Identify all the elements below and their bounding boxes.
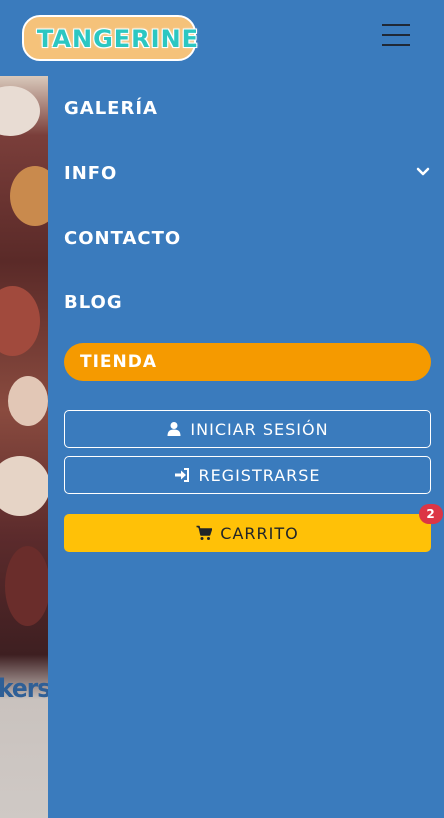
register-button[interactable]: REGISTRARSE xyxy=(64,456,431,494)
cart-count-badge: 2 xyxy=(419,504,443,524)
chevron-down-icon[interactable] xyxy=(416,165,430,179)
hero-image-shape xyxy=(0,286,40,356)
hero-image-shape xyxy=(0,456,48,516)
hero-background-image xyxy=(0,76,48,818)
brand-logo[interactable]: TANGERINE xyxy=(22,9,198,61)
nav-item-label: CONTACTO xyxy=(64,228,182,249)
mobile-nav-menu: GALERÍA INFO CONTACTO BLOG TIENDA INICIA… xyxy=(48,76,444,818)
register-button-label: REGISTRARSE xyxy=(198,465,321,485)
hamburger-icon[interactable] xyxy=(382,22,410,48)
nav-item-blog[interactable]: BLOG xyxy=(64,292,430,313)
nav-item-label: GALERÍA xyxy=(64,98,158,119)
shop-button[interactable]: TIENDA xyxy=(64,343,431,381)
nav-item-contacto[interactable]: CONTACTO xyxy=(64,228,430,249)
cart-icon xyxy=(196,525,213,540)
login-button-label: INICIAR SESIÓN xyxy=(190,419,329,439)
login-button[interactable]: INICIAR SESIÓN xyxy=(64,410,431,448)
cart-button-label: CARRITO xyxy=(220,523,299,543)
hero-image-shape xyxy=(0,86,40,136)
nav-item-label: INFO xyxy=(64,163,118,184)
hamburger-line xyxy=(382,34,410,36)
nav-item-info[interactable]: INFO xyxy=(64,163,430,184)
hero-image-shape xyxy=(8,376,48,426)
sign-in-icon xyxy=(175,468,190,482)
hamburger-line xyxy=(382,44,410,46)
hero-image-shape xyxy=(10,166,48,226)
hamburger-line xyxy=(382,24,410,26)
shop-button-label: TIENDA xyxy=(80,352,158,372)
hero-image-shape xyxy=(5,546,48,626)
logo-text: TANGERINE xyxy=(36,25,200,53)
cart-button[interactable]: CARRITO 2 xyxy=(64,504,443,552)
nav-item-galeria[interactable]: GALERÍA xyxy=(64,98,430,119)
nav-item-label: BLOG xyxy=(64,292,123,313)
user-icon xyxy=(167,422,181,436)
top-navbar: TANGERINE xyxy=(0,0,444,76)
